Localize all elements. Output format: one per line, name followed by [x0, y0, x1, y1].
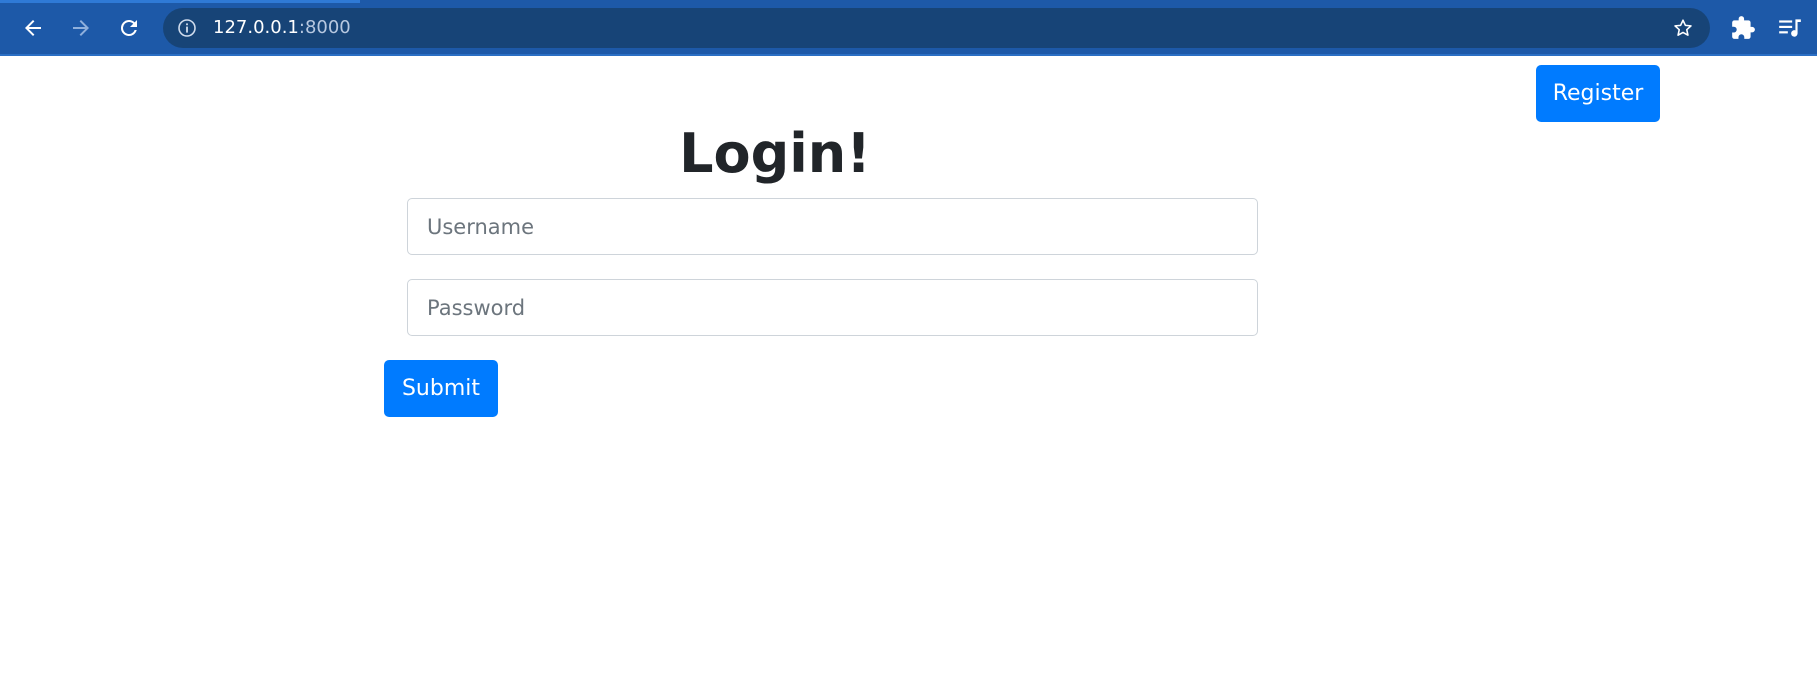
- page-title: Login!: [679, 122, 871, 185]
- address-bar[interactable]: 127.0.0.1:8000: [163, 8, 1710, 48]
- url-text[interactable]: 127.0.0.1:8000: [213, 8, 351, 48]
- reload-button[interactable]: [111, 10, 147, 46]
- back-button[interactable]: [15, 10, 51, 46]
- submit-button[interactable]: Submit: [384, 360, 498, 417]
- url-port: :8000: [298, 17, 351, 38]
- active-tab-strip: [0, 0, 360, 3]
- arrow-right-icon: [73, 20, 89, 36]
- puzzle-icon[interactable]: [1730, 15, 1756, 41]
- username-input[interactable]: [407, 198, 1258, 255]
- arrow-left-icon: [25, 20, 41, 36]
- media-queue-icon[interactable]: [1777, 15, 1803, 41]
- url-host: 127.0.0.1: [213, 17, 299, 38]
- info-icon[interactable]: [177, 18, 197, 38]
- star-icon[interactable]: [1672, 17, 1694, 39]
- reload-icon: [120, 19, 137, 36]
- register-button[interactable]: Register: [1536, 65, 1660, 122]
- browser-toolbar: 127.0.0.1:8000: [0, 0, 1817, 56]
- forward-button[interactable]: [63, 10, 99, 46]
- password-input[interactable]: [407, 279, 1258, 336]
